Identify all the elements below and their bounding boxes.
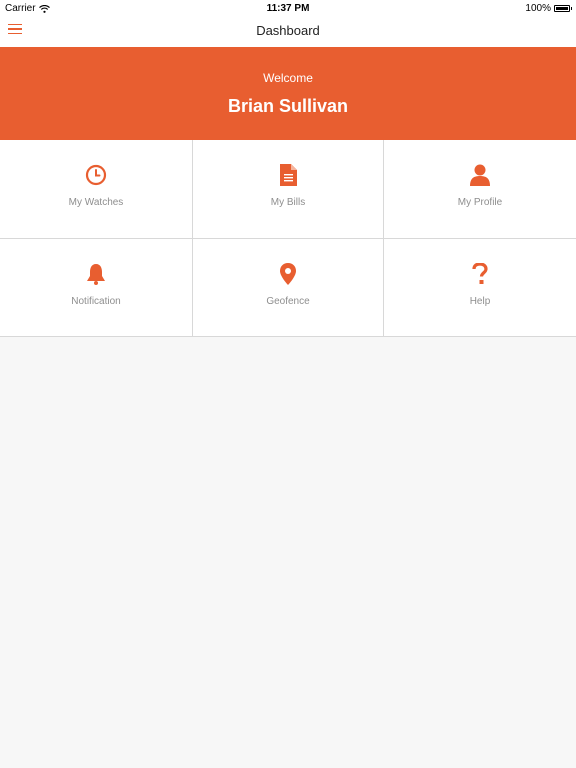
welcome-banner: Welcome Brian Sullivan	[0, 47, 576, 140]
battery-percent: 100%	[525, 3, 551, 14]
user-name: Brian Sullivan	[227, 96, 349, 116]
tile-label: Help	[469, 296, 491, 307]
bell-icon	[87, 264, 105, 285]
status-time: 11:37 PM	[266, 3, 310, 14]
status-bar: Carrier 11:37 PM 100%	[0, 0, 576, 16]
document-icon	[280, 164, 297, 186]
battery-icon	[554, 5, 570, 12]
map-pin-icon	[280, 263, 296, 285]
dashboard-grid: My Watches My Bills My Profile Notificat…	[0, 140, 576, 337]
clock-icon	[85, 164, 107, 186]
tile-label: My Profile	[457, 197, 503, 208]
tile-help[interactable]: Help	[384, 239, 576, 337]
tile-geofence[interactable]: Geofence	[192, 239, 384, 337]
question-icon	[472, 263, 488, 284]
page-title: Dashboard	[256, 23, 320, 38]
tile-label: Geofence	[266, 296, 310, 307]
navigation-bar: Dashboard	[0, 16, 576, 48]
tile-my-profile[interactable]: My Profile	[384, 140, 576, 238]
tile-label: My Bills	[270, 197, 306, 208]
user-icon	[470, 164, 490, 186]
tile-notification[interactable]: Notification	[0, 239, 192, 337]
tile-label: My Watches	[68, 197, 124, 208]
welcome-label: Welcome	[263, 71, 313, 85]
tile-my-watches[interactable]: My Watches	[0, 140, 192, 238]
tile-my-bills[interactable]: My Bills	[192, 140, 384, 238]
status-right: 100%	[525, 3, 572, 14]
tile-label: Notification	[71, 296, 121, 307]
